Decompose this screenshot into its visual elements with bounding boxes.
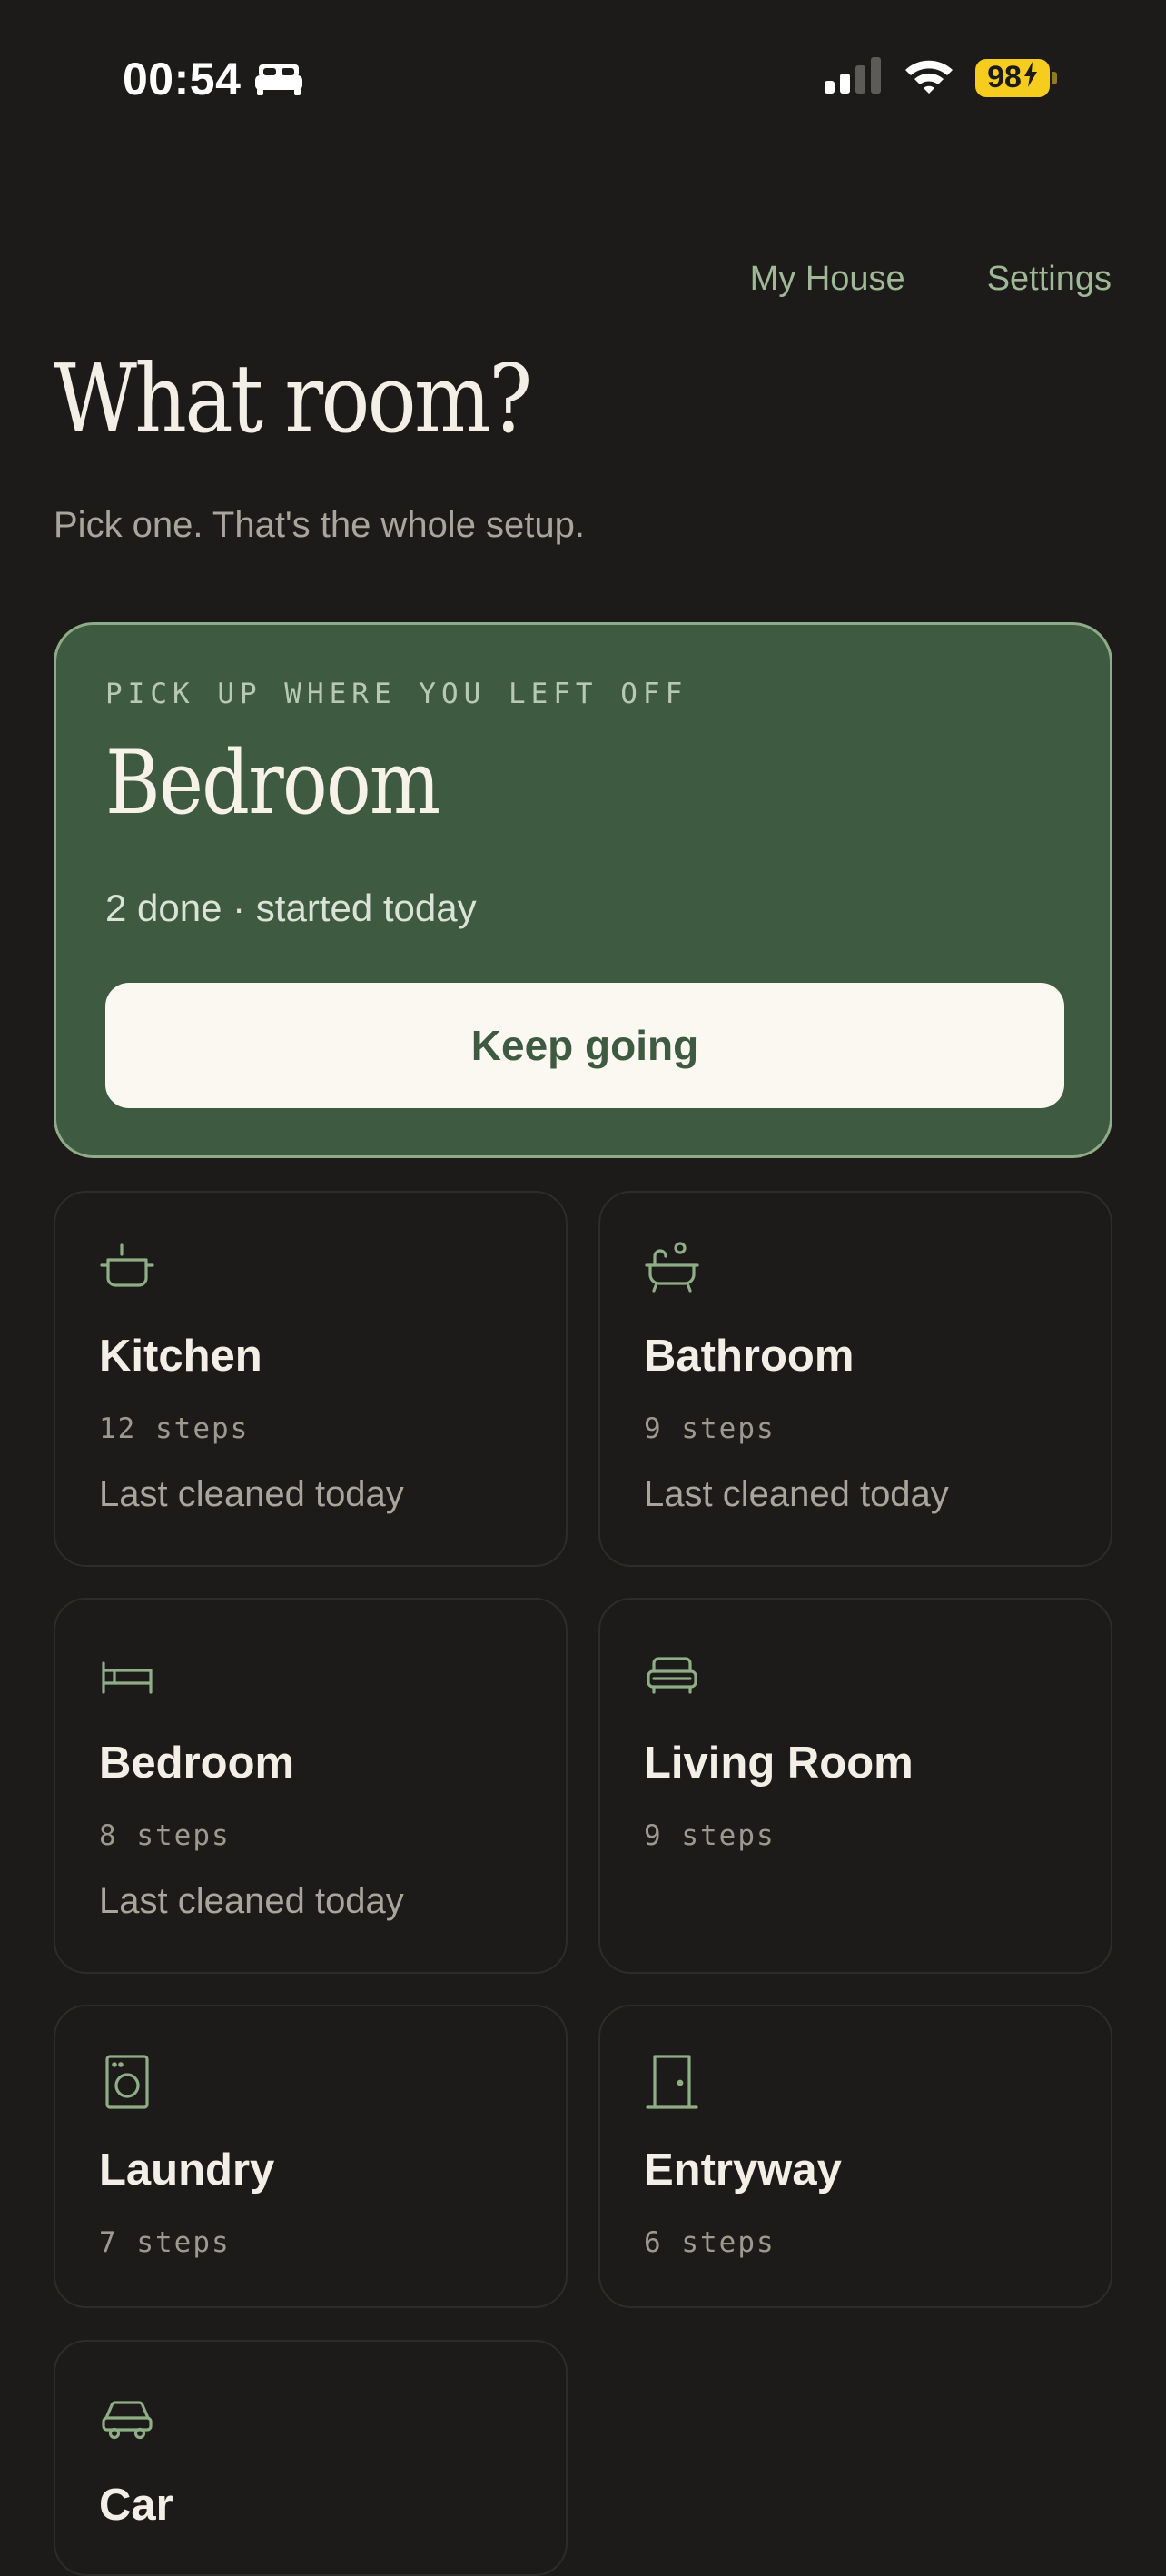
room-card-living-room[interactable]: Living Room 9 steps (598, 1598, 1112, 1974)
room-name: Living Room (644, 1739, 914, 1788)
status-bar: 00:54 98 (0, 0, 1166, 163)
room-card-car[interactable]: Car (54, 2340, 568, 2576)
room-name: Entryway (644, 2145, 842, 2195)
room-card-kitchen[interactable]: Kitchen 12 steps Last cleaned today (54, 1191, 568, 1567)
room-card-bedroom[interactable]: Bedroom 8 steps Last cleaned today (54, 1598, 568, 1974)
page-subtitle: Pick one. That's the whole setup. (54, 505, 586, 545)
status-indicators: 98 (825, 56, 1057, 99)
room-steps: 6 steps (644, 2226, 776, 2259)
resume-card: PICK UP WHERE YOU LEFT OFF Bedroom 2 don… (54, 622, 1112, 1158)
nav-my-house[interactable]: My House (750, 260, 905, 299)
room-steps: 12 steps (99, 1412, 250, 1445)
pot-icon (99, 1240, 155, 1296)
room-name: Bedroom (99, 1739, 295, 1788)
washing-machine-icon (99, 2054, 155, 2110)
room-steps: 7 steps (99, 2226, 231, 2259)
wifi-icon (903, 56, 955, 99)
room-card-laundry[interactable]: Laundry 7 steps (54, 2005, 568, 2308)
room-steps: 9 steps (644, 1819, 776, 1852)
room-last-cleaned: Last cleaned today (644, 1474, 949, 1514)
status-time-group: 00:54 (123, 53, 304, 105)
nav-settings[interactable]: Settings (987, 260, 1112, 299)
top-nav: My House Settings (750, 260, 1112, 299)
bed-icon (253, 61, 304, 97)
keep-going-button[interactable]: Keep going (105, 983, 1064, 1108)
battery-indicator: 98 (975, 58, 1057, 97)
status-time: 00:54 (123, 54, 242, 104)
resume-eyebrow: PICK UP WHERE YOU LEFT OFF (105, 678, 688, 710)
room-card-bathroom[interactable]: Bathroom 9 steps Last cleaned today (598, 1191, 1112, 1567)
room-last-cleaned: Last cleaned today (99, 1474, 404, 1514)
room-steps: 8 steps (99, 1819, 231, 1852)
room-steps: 9 steps (644, 1412, 776, 1445)
door-icon (644, 2054, 700, 2110)
room-name: Bathroom (644, 1332, 855, 1381)
room-name: Laundry (99, 2145, 275, 2195)
bed-icon (99, 1647, 155, 1703)
page-title: What room? (54, 343, 532, 454)
car-icon (99, 2389, 155, 2445)
charging-bolt-icon (1023, 60, 1038, 95)
resume-progress: 2 done · started today (105, 887, 477, 929)
resume-room-title: Bedroom (105, 732, 440, 834)
sofa-icon (644, 1647, 700, 1703)
room-last-cleaned: Last cleaned today (99, 1881, 404, 1921)
room-name: Kitchen (99, 1332, 262, 1381)
cellular-signal-icon (825, 57, 883, 98)
bathtub-icon (644, 1240, 700, 1296)
room-card-entryway[interactable]: Entryway 6 steps (598, 2005, 1112, 2308)
battery-level: 98 (987, 60, 1022, 94)
